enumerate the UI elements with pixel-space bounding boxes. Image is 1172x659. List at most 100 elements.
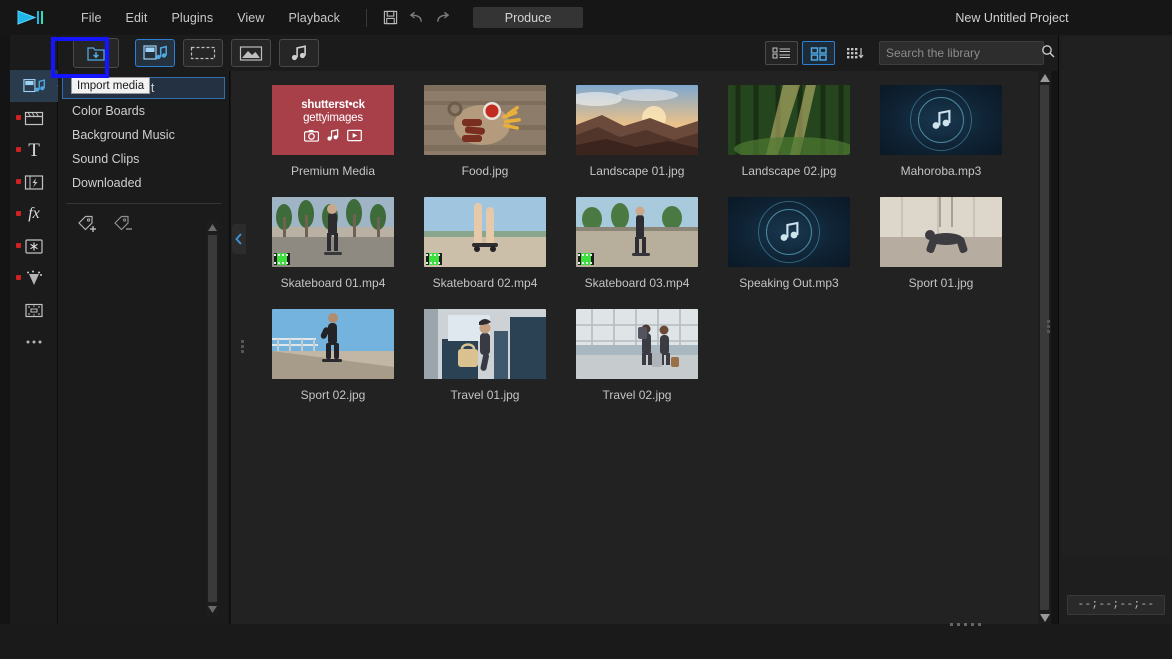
media-item[interactable]: Speaking Out.mp3 xyxy=(713,197,865,290)
media-item-label: Mahoroba.mp3 xyxy=(865,164,1017,178)
media-item-label: Premium Media xyxy=(257,164,409,178)
sort-descending-icon[interactable] xyxy=(841,46,869,61)
tree-scroll-track[interactable] xyxy=(208,235,217,602)
tree-scroll-thumb[interactable] xyxy=(208,235,217,602)
media-thumbnail xyxy=(272,309,394,379)
panel-resize-grip-bottom[interactable] xyxy=(950,623,981,626)
media-thumbnail xyxy=(424,85,546,155)
sidebar-item-more-rooms[interactable] xyxy=(10,326,58,358)
menu-divider xyxy=(366,9,367,27)
media-item-label: Skateboard 02.mp4 xyxy=(409,276,561,290)
menu-item-view[interactable]: View xyxy=(225,7,276,29)
premium-brand-shutterstock: shutterst•ck xyxy=(301,99,365,111)
tree-scrollbar[interactable] xyxy=(206,221,219,616)
media-item[interactable]: Skateboard 01.mp4 xyxy=(257,197,409,290)
menu-item-file[interactable]: File xyxy=(69,7,114,29)
media-item-label: Landscape 02.jpg xyxy=(713,164,865,178)
media-item[interactable]: shutterst•ck gettyimages xyxy=(257,85,409,178)
timecode-display[interactable]: --;--;--;-- xyxy=(1067,595,1165,615)
panel-resize-grip-left[interactable] xyxy=(241,340,244,353)
premium-icons xyxy=(304,129,362,142)
save-icon[interactable] xyxy=(377,7,403,29)
grid-view-toggle[interactable] xyxy=(802,41,835,65)
sidebar-item-media-room[interactable] xyxy=(10,70,58,102)
sidebar-item-effect-room[interactable] xyxy=(10,102,58,134)
media-item[interactable]: Travel 02.jpg xyxy=(561,309,713,402)
sidebar-item-fx-room[interactable]: fx xyxy=(10,198,58,230)
tag-minus-icon[interactable] xyxy=(112,214,134,239)
new-badge-dot xyxy=(16,211,21,216)
music-note-icon xyxy=(777,220,801,244)
panel-resize-grip-right[interactable] xyxy=(1047,320,1050,333)
scroll-up-arrow-icon[interactable] xyxy=(1040,71,1050,84)
media-item[interactable]: Sport 02.jpg xyxy=(257,309,409,402)
search-box[interactable] xyxy=(879,41,1044,65)
media-item[interactable]: Sport 01.jpg xyxy=(865,197,1017,290)
video-filter-button[interactable] xyxy=(183,39,223,67)
library-scroll-thumb[interactable] xyxy=(1040,85,1049,610)
tree-item-downloaded[interactable]: Downloaded xyxy=(58,171,229,195)
media-thumbnail xyxy=(424,309,546,379)
media-library-grid: shutterst•ck gettyimages xyxy=(231,71,1051,624)
preview-stage[interactable] xyxy=(1061,37,1171,557)
media-item[interactable]: Skateboard 02.mp4 xyxy=(409,197,561,290)
search-input[interactable] xyxy=(886,46,1041,60)
tag-buttons-row xyxy=(58,204,229,239)
new-badge-dot xyxy=(16,275,21,280)
menu-item-playback[interactable]: Playback xyxy=(276,7,352,29)
tag-plus-icon[interactable] xyxy=(76,214,98,239)
audio-filter-button[interactable] xyxy=(279,39,319,67)
tree-item-background-music[interactable]: Background Music xyxy=(58,123,229,147)
produce-button[interactable]: Produce xyxy=(473,7,583,28)
audio-thumbnail xyxy=(880,85,1002,155)
sidebar-item-confetti-room[interactable] xyxy=(10,262,58,294)
media-item[interactable]: Skateboard 03.mp4 xyxy=(561,197,713,290)
premium-media-thumbnail: shutterst•ck gettyimages xyxy=(272,85,394,155)
media-item[interactable]: Mahoroba.mp3 xyxy=(865,85,1017,178)
redo-arrow-icon[interactable] xyxy=(429,7,455,29)
sidebar-item-particle-room[interactable] xyxy=(10,230,58,262)
scroll-up-arrow-icon[interactable] xyxy=(208,221,217,234)
media-item[interactable]: Travel 01.jpg xyxy=(409,309,561,402)
undo-arrow-icon[interactable] xyxy=(403,7,429,29)
tree-item-sound-clips[interactable]: Sound Clips xyxy=(58,147,229,171)
premium-brand-getty: gettyimages xyxy=(303,112,363,124)
tree-item-color-boards[interactable]: Color Boards xyxy=(58,99,229,123)
media-item-label: Speaking Out.mp3 xyxy=(713,276,865,290)
video-file-badge-icon xyxy=(426,253,442,265)
media-thumbnail xyxy=(576,85,698,155)
sidebar-item-transition-room[interactable] xyxy=(10,166,58,198)
media-item-label: Sport 01.jpg xyxy=(865,276,1017,290)
all-media-filter-button[interactable] xyxy=(135,39,175,67)
media-thumbnail xyxy=(576,197,698,267)
menu-items: File Edit Plugins View Playback xyxy=(69,7,583,29)
sidebar-item-title-room[interactable]: T xyxy=(10,134,58,166)
menu-item-edit[interactable]: Edit xyxy=(114,7,160,29)
media-thumbnail xyxy=(880,197,1002,267)
powerdirector-logo-icon xyxy=(17,9,47,26)
timeline-area xyxy=(0,624,1172,659)
media-item[interactable]: Landscape 02.jpg xyxy=(713,85,865,178)
media-item[interactable]: Food.jpg xyxy=(409,85,561,178)
image-filter-button[interactable] xyxy=(231,39,271,67)
library-scroll-track[interactable] xyxy=(1040,85,1049,610)
audio-thumbnail xyxy=(728,197,850,267)
media-item-label: Travel 02.jpg xyxy=(561,388,713,402)
search-icon[interactable] xyxy=(1041,44,1055,63)
video-play-icon xyxy=(347,129,362,142)
import-media-button[interactable] xyxy=(73,38,119,68)
menu-item-plugins[interactable]: Plugins xyxy=(160,7,226,29)
preview-panel: --;--;--;-- xyxy=(1058,35,1172,624)
scroll-down-arrow-icon[interactable] xyxy=(1040,611,1050,624)
collapse-tree-button[interactable] xyxy=(232,224,246,254)
menu-bar: File Edit Plugins View Playback xyxy=(0,0,1172,35)
new-badge-dot xyxy=(16,243,21,248)
library-scrollbar[interactable] xyxy=(1038,71,1051,624)
media-item[interactable]: Landscape 01.jpg xyxy=(561,85,713,178)
media-item-label: Landscape 01.jpg xyxy=(561,164,713,178)
scroll-down-arrow-icon[interactable] xyxy=(208,603,217,616)
list-view-toggle[interactable] xyxy=(765,41,798,65)
media-thumbnail xyxy=(424,197,546,267)
sidebar-item-subtitle-room[interactable] xyxy=(10,294,58,326)
media-item-label: Skateboard 03.mp4 xyxy=(561,276,713,290)
